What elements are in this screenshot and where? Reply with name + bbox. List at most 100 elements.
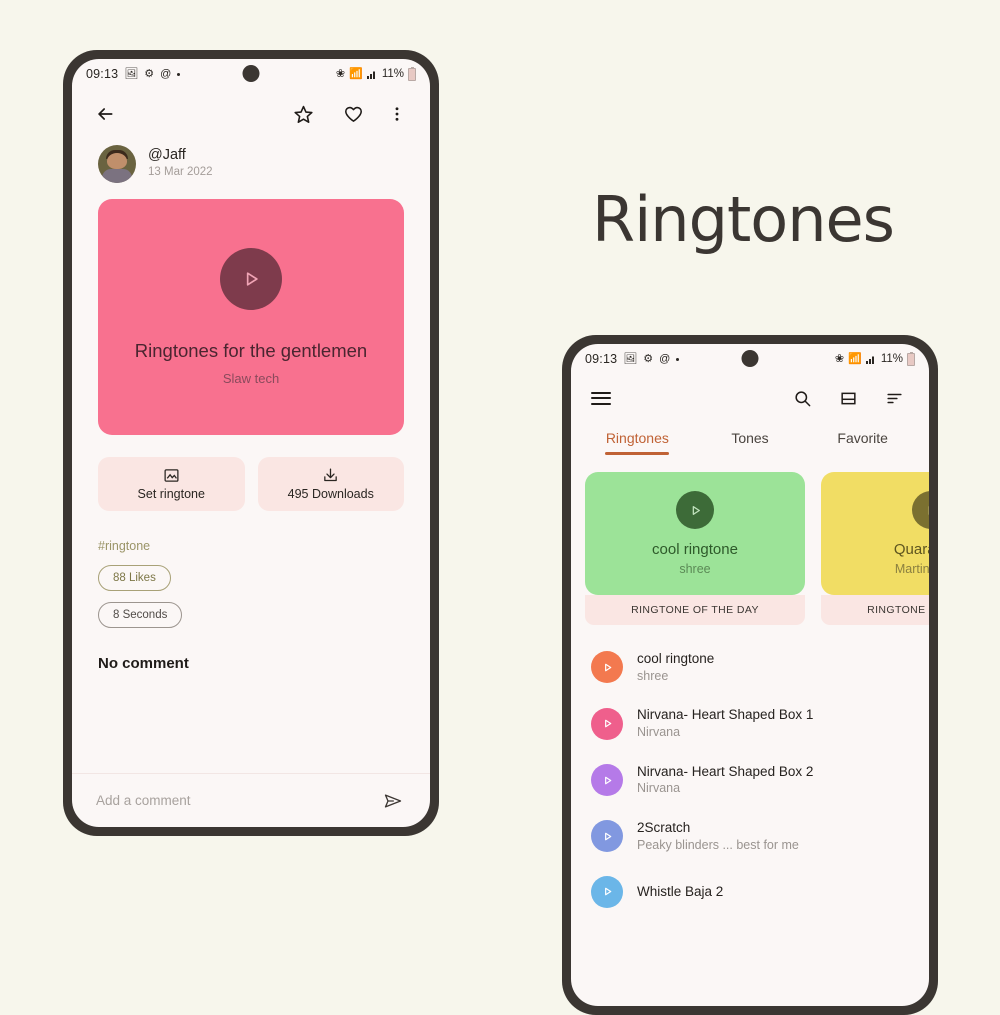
featured-card-body[interactable]: cool ringtone shree [585, 472, 805, 595]
list-item[interactable]: Whistle Baja 2 [571, 865, 929, 919]
play-button[interactable] [591, 876, 623, 908]
featured-card-body[interactable]: Quarantine Martin Garrix [821, 472, 929, 595]
download-icon [322, 467, 339, 484]
favorite-star-button[interactable] [288, 99, 318, 129]
battery-icon [408, 68, 416, 81]
send-icon [383, 791, 403, 811]
featured-card[interactable]: cool ringtone shree RINGTONE OF THE DAY [585, 472, 805, 625]
send-comment-button[interactable] [378, 786, 408, 816]
featured-subtitle: Martin Garrix [895, 562, 929, 576]
featured-card[interactable]: Quarantine Martin Garrix RINGTONE OF THE… [821, 472, 929, 625]
list-item-title: Nirvana- Heart Shaped Box 1 [637, 706, 813, 724]
avatar [98, 145, 136, 183]
list-item[interactable]: cool ringtone shree [571, 639, 929, 695]
list-item-subtitle: Peaky blinders ... best for me [637, 837, 799, 854]
play-icon [602, 831, 613, 842]
hamburger-icon[interactable] [591, 388, 611, 408]
layout-toggle-button[interactable] [833, 383, 863, 413]
play-icon [602, 775, 613, 786]
play-button[interactable] [591, 708, 623, 740]
tab-ringtones[interactable]: Ringtones [581, 430, 694, 455]
play-icon [602, 886, 613, 897]
list-item-title: Whistle Baja 2 [637, 883, 723, 901]
hero-subtitle: Slaw tech [223, 371, 279, 386]
list-item-text: Nirvana- Heart Shaped Box 2 Nirvana [637, 763, 813, 797]
list-item-title: cool ringtone [637, 650, 714, 668]
author-date: 13 Mar 2022 [148, 164, 213, 181]
downloads-label: 495 Downloads [288, 487, 374, 501]
play-icon [602, 662, 613, 673]
app-bar [72, 89, 430, 139]
likes-chip[interactable]: 88 Likes [98, 565, 171, 591]
duration-chip[interactable]: 8 Seconds [98, 602, 182, 628]
app-bar-2 [571, 374, 929, 422]
back-button[interactable] [90, 99, 120, 129]
list-item-title: Nirvana- Heart Shaped Box 2 [637, 763, 813, 781]
list-item-subtitle: Nirvana [637, 724, 813, 741]
set-ringtone-button[interactable]: Set ringtone [98, 457, 245, 511]
hashtag[interactable]: #ringtone [98, 539, 404, 553]
signal-icon [866, 354, 877, 364]
phone-screen-list: 09:13 🖼 ⚙ @ ❀ 📶 11% [571, 344, 929, 1006]
photo-icon: 🖼 [124, 69, 138, 80]
search-button[interactable] [787, 383, 817, 413]
image-icon [163, 467, 180, 484]
avatar-face [107, 153, 127, 169]
bluetooth-icon: ❀ [835, 354, 844, 365]
hamburger-line [591, 397, 611, 399]
tab-tones[interactable]: Tones [694, 430, 807, 455]
play-button[interactable] [220, 248, 282, 310]
list-item-text: Whistle Baja 2 [637, 883, 723, 901]
star-icon [293, 104, 314, 125]
status-bar: 09:13 🖼 ⚙ @ ❀ 📶 11% [72, 59, 430, 89]
featured-footer: RINGTONE OF THE DAY [821, 595, 929, 625]
author-row[interactable]: @Jaff 13 Mar 2022 [72, 139, 430, 183]
list-item-text: 2Scratch Peaky blinders ... best for me [637, 819, 799, 853]
play-icon [689, 504, 702, 517]
action-buttons: Set ringtone 495 Downloads [98, 457, 404, 511]
list-item[interactable]: Nirvana- Heart Shaped Box 1 Nirvana [571, 695, 929, 751]
featured-title: Quarantine [894, 541, 929, 558]
page-title: Ringtones [592, 183, 894, 256]
status-bar-right: ❀ 📶 11% [336, 68, 416, 81]
play-icon [602, 718, 613, 729]
play-button[interactable] [676, 491, 714, 529]
gear-icon: ⚙ [144, 69, 154, 80]
featured-title: cool ringtone [652, 541, 738, 558]
sort-button[interactable] [879, 383, 909, 413]
battery-percent-2: 11% [881, 353, 903, 365]
like-heart-button[interactable] [338, 99, 368, 129]
play-button[interactable] [591, 651, 623, 683]
search-icon [793, 389, 812, 408]
avatar-body [102, 169, 132, 183]
battery-percent: 11% [382, 68, 404, 80]
comment-input[interactable] [94, 792, 378, 809]
play-icon [241, 269, 261, 289]
list-item[interactable]: Nirvana- Heart Shaped Box 2 Nirvana [571, 752, 929, 808]
tab-favorite[interactable]: Favorite [806, 430, 919, 455]
ringtone-hero-card[interactable]: Ringtones for the gentlemen Slaw tech [98, 199, 404, 435]
status-bar-left: 09:13 🖼 ⚙ @ [86, 67, 180, 81]
play-button[interactable] [591, 764, 623, 796]
sort-icon [885, 389, 904, 408]
play-button[interactable] [591, 820, 623, 852]
front-camera-cutout [243, 65, 260, 82]
chip-row-duration: 8 Seconds [98, 602, 404, 639]
tab-bar: Ringtones Tones Favorite [571, 422, 929, 464]
dot-icon [676, 358, 679, 361]
play-button[interactable] [912, 491, 929, 529]
featured-subtitle: shree [679, 562, 710, 576]
signal-icon [367, 69, 378, 79]
overflow-menu-button[interactable] [382, 99, 412, 129]
more-vertical-icon [388, 105, 406, 123]
phone-screen-detail: 09:13 🖼 ⚙ @ ❀ 📶 11% [72, 59, 430, 827]
bluetooth-icon: ❀ [336, 69, 345, 80]
status-bar-right-2: ❀ 📶 11% [835, 353, 915, 366]
phone-mockup-list: 09:13 🖼 ⚙ @ ❀ 📶 11% [562, 335, 938, 1015]
featured-carousel[interactable]: cool ringtone shree RINGTONE OF THE DAY … [571, 464, 929, 625]
set-ringtone-label: Set ringtone [138, 487, 205, 501]
downloads-button[interactable]: 495 Downloads [258, 457, 405, 511]
at-icon: @ [160, 69, 171, 80]
hamburger-line [591, 403, 611, 405]
list-item[interactable]: 2Scratch Peaky blinders ... best for me [571, 808, 929, 864]
